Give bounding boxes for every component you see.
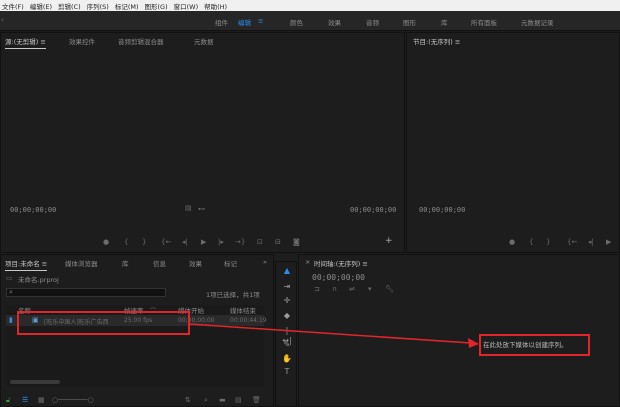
hand-tool-icon[interactable]: ✋ bbox=[281, 354, 293, 364]
workspace-color[interactable]: 颜色 bbox=[290, 17, 303, 27]
selection-info: 1项已选择，共1项 bbox=[206, 291, 260, 299]
tab-markers[interactable]: 标记 bbox=[224, 258, 237, 268]
annotation-arrow bbox=[189, 323, 479, 348]
linked-selection-icon[interactable]: ⇌ bbox=[349, 285, 355, 293]
panel-menu-icon[interactable]: ≡ bbox=[362, 260, 367, 268]
settings-small-icon[interactable]: ⊷ bbox=[198, 205, 205, 213]
workspace-effects[interactable]: 效果 bbox=[328, 17, 341, 27]
source-timecode-duration: 00;00;00;00 bbox=[350, 206, 397, 214]
add-marker-icon[interactable]: ● bbox=[509, 238, 515, 246]
panel-expand-icon[interactable]: » bbox=[263, 258, 267, 266]
menu-edit[interactable]: 编辑(E) bbox=[30, 1, 52, 11]
source-timecode-current[interactable]: 00;00;00;00 bbox=[10, 206, 56, 214]
step-back-icon[interactable]: ◂| bbox=[182, 238, 188, 246]
tab-program[interactable]: 节目:(无序列) ≡ bbox=[413, 36, 460, 46]
panel-menu-icon[interactable]: ≡ bbox=[42, 260, 47, 268]
tab-effects[interactable]: 效果 bbox=[189, 258, 202, 268]
step-forward-icon[interactable]: |▸ bbox=[218, 238, 224, 246]
insert-icon[interactable]: ⊡ bbox=[257, 238, 263, 246]
new-item-icon[interactable]: ▤ bbox=[235, 396, 242, 404]
tab-timeline[interactable]: 时间轴:(无序列) ≡ bbox=[314, 258, 368, 268]
mark-out-icon[interactable]: } bbox=[142, 238, 146, 246]
menu-clip[interactable]: 剪辑(C) bbox=[58, 1, 81, 11]
go-to-in-icon[interactable]: {← bbox=[161, 238, 171, 246]
zoom-slider[interactable]: ○───────○ bbox=[52, 396, 94, 404]
add-marker-icon[interactable]: ● bbox=[103, 238, 109, 246]
tab-metadata[interactable]: 元数据 bbox=[194, 36, 214, 46]
program-monitor-panel: 节目:(无序列) ≡ 00;00;00;00 ● { } {← ◂| ▶ bbox=[406, 32, 620, 253]
tab-project[interactable]: 项目:未命名 ≡ bbox=[5, 258, 48, 271]
wrench-icon[interactable]: 🔧︎ bbox=[385, 285, 394, 293]
snap-icon[interactable]: ∩ bbox=[332, 285, 337, 293]
add-marker-icon[interactable]: ▾ bbox=[368, 285, 372, 293]
workspace-graphics[interactable]: 图形 bbox=[403, 17, 416, 27]
label-color-icon: ▮ bbox=[9, 316, 13, 324]
column-media-end[interactable]: 媒体结束 bbox=[230, 305, 256, 315]
find-icon[interactable]: ⌕ bbox=[204, 396, 208, 405]
annotation-box-clip bbox=[17, 311, 190, 335]
panel-menu-icon[interactable]: ≡ bbox=[455, 38, 460, 46]
play-icon[interactable]: ▶ bbox=[606, 238, 611, 246]
project-file-icon: ▭ bbox=[6, 274, 13, 282]
program-timecode-current[interactable]: 00;00;00;00 bbox=[419, 206, 465, 214]
new-bin-icon[interactable]: ▬ bbox=[219, 396, 226, 404]
search-input[interactable]: ⌕ bbox=[6, 288, 166, 297]
selection-tool-icon[interactable]: ▲ bbox=[281, 266, 293, 276]
panel-menu-icon[interactable]: ≡ bbox=[40, 38, 45, 46]
tab-media-browser[interactable]: 媒体浏览器 bbox=[65, 258, 98, 268]
workspace-assembly[interactable]: 组件 bbox=[215, 17, 228, 27]
delete-icon[interactable]: 🗑︎ bbox=[252, 396, 261, 404]
workspace-libraries[interactable]: 库 bbox=[441, 17, 448, 27]
track-select-tool-icon[interactable]: ⇥ bbox=[281, 282, 293, 292]
tab-info[interactable]: 信息 bbox=[153, 258, 166, 268]
mark-out-icon[interactable]: } bbox=[546, 238, 550, 246]
fit-icon[interactable]: ▤ bbox=[185, 204, 192, 212]
go-to-in-icon[interactable]: {← bbox=[567, 238, 577, 246]
annotation-box-hint bbox=[479, 334, 590, 356]
overwrite-icon[interactable]: ⊟ bbox=[275, 238, 281, 246]
step-back-icon[interactable]: ◂| bbox=[588, 238, 594, 246]
project-file-name: 未命名.prproj bbox=[18, 276, 59, 284]
timeline-timecode[interactable]: 00;00;00;00 bbox=[312, 273, 365, 282]
tab-source[interactable]: 源:(无剪辑) ≡ bbox=[5, 36, 46, 49]
mark-in-icon[interactable]: { bbox=[529, 238, 533, 246]
search-icon: ⌕ bbox=[9, 288, 13, 296]
menu-file[interactable]: 文件(F) bbox=[2, 1, 24, 11]
go-to-out-icon[interactable]: →} bbox=[235, 238, 245, 246]
lock-icon[interactable]: 🔓︎ bbox=[6, 396, 11, 405]
camera-icon[interactable]: ◙ bbox=[293, 238, 300, 246]
mark-in-icon[interactable]: { bbox=[124, 238, 128, 246]
menu-markers[interactable]: 标记(M) bbox=[115, 1, 139, 11]
workspace-metadata-logging[interactable]: 元数据记录 bbox=[521, 17, 554, 27]
tab-effect-controls[interactable]: 效果控件 bbox=[69, 36, 95, 46]
add-button-icon[interactable]: + bbox=[385, 236, 393, 246]
menu-help[interactable]: 帮助(H) bbox=[204, 1, 227, 11]
tab-libraries[interactable]: 库 bbox=[122, 258, 129, 268]
tab-audio-clip-mixer[interactable]: 音频剪辑混合器 bbox=[118, 36, 164, 46]
icon-view-icon[interactable]: ▦ bbox=[38, 396, 45, 404]
horizontal-scrollbar[interactable] bbox=[10, 380, 60, 384]
ripple-edit-tool-icon[interactable]: ✛ bbox=[281, 296, 293, 306]
chevron-left-icon[interactable]: ‹ bbox=[1, 16, 4, 24]
workspace-menu-icon[interactable]: ≡ bbox=[258, 17, 263, 25]
menu-graphics[interactable]: 图形(G) bbox=[145, 1, 168, 11]
source-monitor-panel: 源:(无剪辑) ≡ 效果控件 音频剪辑混合器 元数据 00;00;00;00 ▤… bbox=[0, 32, 405, 253]
sort-icon[interactable]: ⇅ bbox=[185, 396, 191, 404]
type-tool-icon[interactable]: T bbox=[281, 367, 293, 377]
menu-window[interactable]: 窗口(W) bbox=[174, 1, 199, 11]
workspace-audio[interactable]: 音频 bbox=[366, 17, 379, 27]
workspace-all-panels[interactable]: 所有面板 bbox=[471, 17, 497, 27]
menu-bar: 文件(F) 编辑(E) 剪辑(C) 序列(S) 标记(M) 图形(G) 窗口(W… bbox=[0, 0, 620, 11]
workspace-editing[interactable]: 编辑 bbox=[238, 17, 251, 33]
workspace-bar: ‹ 组件 编辑 ≡ 颜色 效果 音频 图形 库 所有面板 元数据记录 bbox=[0, 11, 620, 33]
play-icon[interactable]: ▶ bbox=[201, 238, 206, 246]
timeline-close-icon[interactable]: × bbox=[305, 258, 310, 266]
menu-sequence[interactable]: 序列(S) bbox=[87, 1, 109, 11]
list-view-icon[interactable]: ☰ bbox=[22, 396, 28, 404]
razor-tool-icon[interactable]: ◆ bbox=[281, 311, 293, 321]
nest-icon[interactable]: ⊐ bbox=[314, 285, 320, 293]
